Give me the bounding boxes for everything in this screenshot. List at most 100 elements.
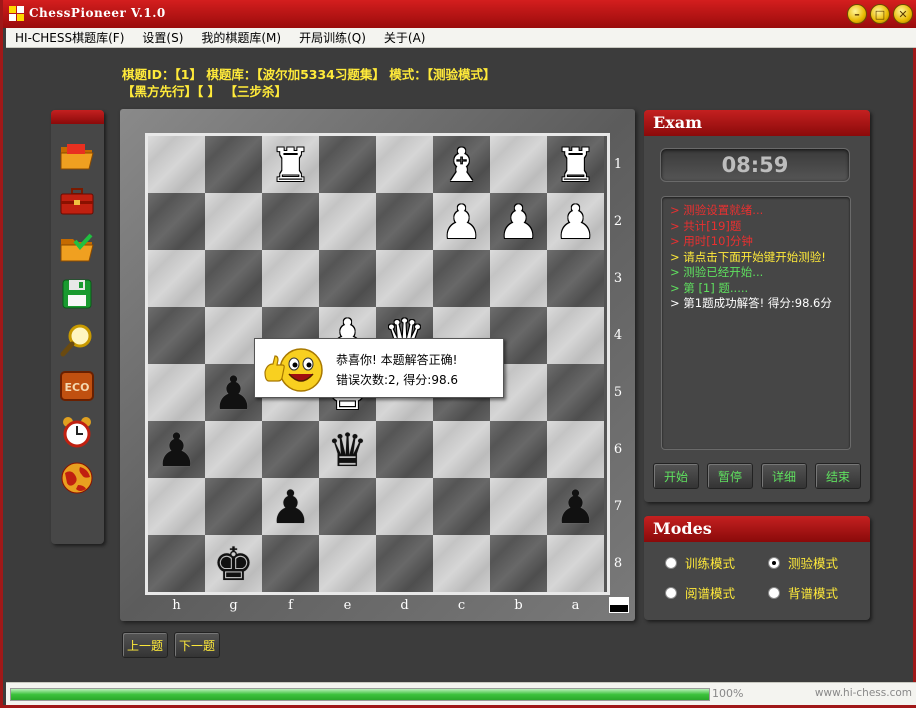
- square-f3[interactable]: [262, 250, 319, 307]
- mode-exam-radio[interactable]: [768, 556, 780, 569]
- black-pawn-a7[interactable]: ♟: [547, 478, 604, 535]
- title-bar[interactable]: ChessPioneer V.1.0 – □ ✕: [3, 0, 916, 28]
- mode-training-radio[interactable]: [665, 556, 677, 569]
- file-label: a: [571, 598, 580, 613]
- square-b3[interactable]: [490, 250, 547, 307]
- square-a3[interactable]: [547, 250, 604, 307]
- log-line: > 第 [1] 题.....: [670, 280, 749, 295]
- square-f8[interactable]: [262, 535, 319, 592]
- progress-bar: [10, 688, 710, 701]
- black-queen-e6[interactable]: ♛: [319, 421, 376, 478]
- mode-exam[interactable]: 测验模式: [768, 553, 838, 572]
- end-button[interactable]: 结束: [815, 463, 861, 489]
- rank-label: 4: [613, 328, 623, 343]
- square-d1[interactable]: [376, 136, 433, 193]
- square-f6[interactable]: [262, 421, 319, 478]
- menu-bar: HI-CHESS棋题库(F) 设置(S) 我的棋题库(M) 开局训练(Q) 关于…: [6, 28, 916, 48]
- square-h1[interactable]: [148, 136, 205, 193]
- globe-icon[interactable]: [59, 460, 95, 496]
- square-h8[interactable]: [148, 535, 205, 592]
- square-c6[interactable]: [433, 421, 490, 478]
- mode-exam-label: 测验模式: [788, 556, 839, 571]
- square-g2[interactable]: [205, 193, 262, 250]
- square-a4[interactable]: [547, 307, 604, 364]
- square-e2[interactable]: [319, 193, 376, 250]
- next-puzzle-button[interactable]: 下一题: [174, 632, 220, 658]
- square-h2[interactable]: [148, 193, 205, 250]
- white-rook-a1[interactable]: ♜: [547, 136, 604, 193]
- file-label: b: [514, 598, 523, 613]
- square-d2[interactable]: [376, 193, 433, 250]
- mode-memorize-label: 背谱模式: [788, 586, 839, 601]
- close-button[interactable]: ✕: [893, 4, 913, 24]
- square-b6[interactable]: [490, 421, 547, 478]
- maximize-button[interactable]: □: [870, 4, 890, 24]
- white-pawn-a2[interactable]: ♟: [547, 193, 604, 250]
- square-b8[interactable]: [490, 535, 547, 592]
- square-g7[interactable]: [205, 478, 262, 535]
- square-h4[interactable]: [148, 307, 205, 364]
- floppy-disk-icon[interactable]: [59, 276, 95, 312]
- white-bishop-c1[interactable]: ♝: [433, 136, 490, 193]
- square-c7[interactable]: [433, 478, 490, 535]
- square-g6[interactable]: [205, 421, 262, 478]
- menu-hichess-library[interactable]: HI-CHESS棋题库(F): [6, 29, 133, 46]
- file-label: g: [229, 598, 238, 613]
- black-pawn-f7[interactable]: ♟: [262, 478, 319, 535]
- menu-my-library[interactable]: 我的棋题库(M): [192, 29, 290, 46]
- square-e3[interactable]: [319, 250, 376, 307]
- square-d7[interactable]: [376, 478, 433, 535]
- square-h5[interactable]: [148, 364, 205, 421]
- square-a5[interactable]: [547, 364, 604, 421]
- white-pawn-c2[interactable]: ♟: [433, 193, 490, 250]
- square-c8[interactable]: [433, 535, 490, 592]
- menu-about[interactable]: 关于(A): [375, 29, 435, 46]
- square-b1[interactable]: [490, 136, 547, 193]
- square-e7[interactable]: [319, 478, 376, 535]
- square-e1[interactable]: [319, 136, 376, 193]
- mode-training[interactable]: 训练模式: [665, 553, 735, 572]
- file-label: h: [172, 598, 181, 613]
- briefcase-icon[interactable]: [59, 184, 95, 220]
- folder-check-icon[interactable]: [59, 230, 95, 266]
- details-button[interactable]: 详细: [761, 463, 807, 489]
- square-h7[interactable]: [148, 478, 205, 535]
- square-a6[interactable]: [547, 421, 604, 478]
- square-d3[interactable]: [376, 250, 433, 307]
- square-d8[interactable]: [376, 535, 433, 592]
- start-button[interactable]: 开始: [653, 463, 699, 489]
- mode-memorize[interactable]: 背谱模式: [768, 583, 838, 602]
- square-e8[interactable]: [319, 535, 376, 592]
- modes-panel-title: Modes: [644, 516, 870, 542]
- success-popup: 恭喜你! 本题解答正确! 错误次数:2, 得分:98.6: [254, 338, 504, 398]
- popup-message: 恭喜你! 本题解答正确!: [336, 353, 458, 367]
- mode-reading[interactable]: 阅谱模式: [665, 583, 735, 602]
- eco-icon[interactable]: ECO: [59, 368, 95, 404]
- prev-puzzle-button[interactable]: 上一题: [122, 632, 168, 658]
- pause-button[interactable]: 暂停: [707, 463, 753, 489]
- black-king-g8[interactable]: ♚: [205, 535, 262, 592]
- puzzle-info-line2: 【黑方先行】【 】 【三步杀】: [122, 84, 287, 99]
- alarm-clock-icon[interactable]: [59, 414, 95, 450]
- file-label: d: [400, 598, 409, 613]
- folder-open-icon[interactable]: [59, 138, 95, 174]
- square-h3[interactable]: [148, 250, 205, 307]
- magnifier-icon[interactable]: [59, 322, 95, 358]
- square-g3[interactable]: [205, 250, 262, 307]
- square-a8[interactable]: [547, 535, 604, 592]
- black-pawn-h6[interactable]: ♟: [148, 421, 205, 478]
- square-d6[interactable]: [376, 421, 433, 478]
- mode-reading-radio[interactable]: [665, 586, 677, 599]
- square-c3[interactable]: [433, 250, 490, 307]
- white-pawn-b2[interactable]: ♟: [490, 193, 547, 250]
- white-rook-f1[interactable]: ♜: [262, 136, 319, 193]
- mode-memorize-radio[interactable]: [768, 586, 780, 599]
- exam-panel: Exam 08:59 > 测验设置就绪... > 共计[19]题 > 用时[10]分…: [644, 110, 870, 502]
- square-f2[interactable]: [262, 193, 319, 250]
- minimize-button[interactable]: –: [847, 4, 867, 24]
- menu-settings[interactable]: 设置(S): [133, 29, 192, 46]
- menu-opening-training[interactable]: 开局训练(Q): [290, 29, 375, 46]
- rank-label: 7: [613, 499, 623, 514]
- square-b7[interactable]: [490, 478, 547, 535]
- square-g1[interactable]: [205, 136, 262, 193]
